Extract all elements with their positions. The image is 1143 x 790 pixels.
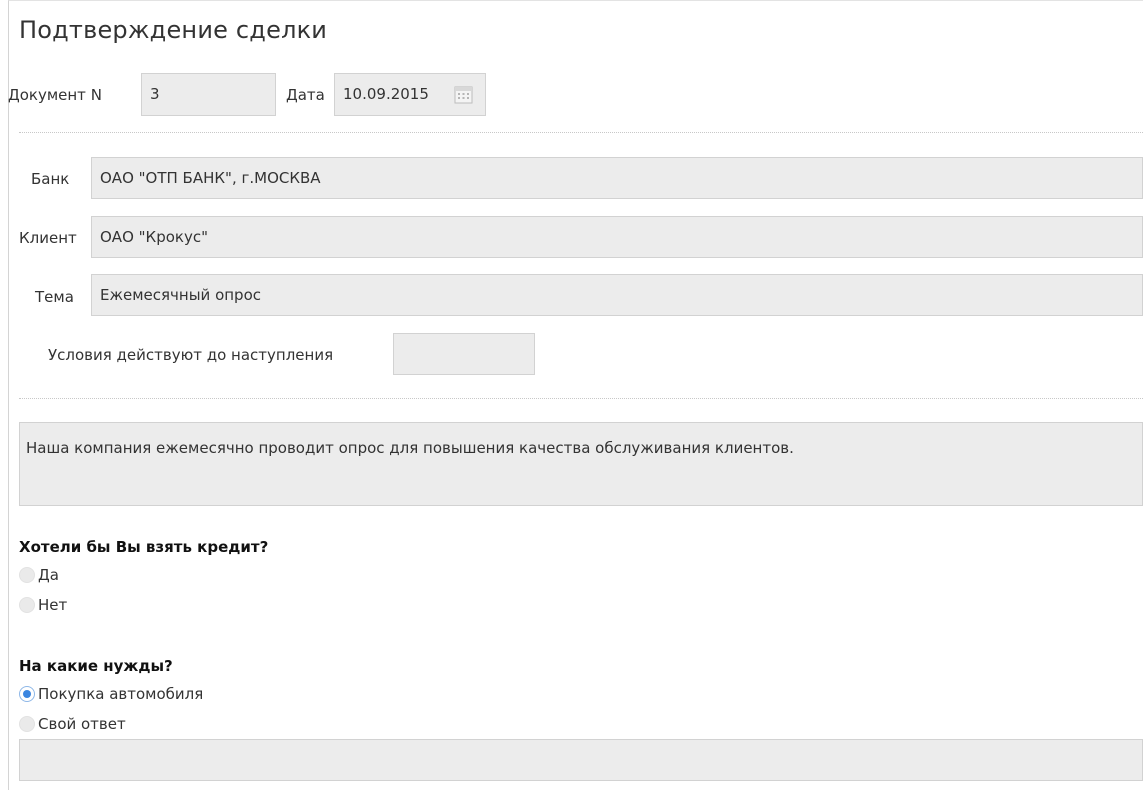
separator [19, 132, 1143, 133]
page-title: Подтверждение сделки [19, 16, 328, 44]
option-own-answer[interactable]: Свой ответ [19, 714, 126, 734]
radio-button[interactable] [19, 597, 35, 613]
option-yes[interactable]: Да [19, 565, 59, 585]
conditions-label: Условия действуют до наступления [48, 346, 334, 364]
calendar-icon[interactable] [454, 85, 473, 104]
option-label: Свой ответ [38, 715, 126, 733]
option-label: Покупка автомобиля [38, 685, 204, 703]
bank-field[interactable]: ОАО "ОТП БАНК", г.МОСКВА [91, 157, 1143, 199]
option-label: Да [38, 566, 59, 584]
topic-field[interactable]: Ежемесячный опрос [91, 274, 1143, 316]
message-box: Наша компания ежемесячно проводит опрос … [19, 422, 1143, 506]
question-needs: На какие нужды? [19, 657, 173, 675]
conditions-field[interactable] [393, 333, 535, 375]
client-label: Клиент [19, 229, 77, 247]
document-number-label: Документ N [8, 86, 102, 104]
date-label: Дата [286, 86, 325, 104]
question-credit: Хотели бы Вы взять кредит? [19, 538, 269, 556]
radio-button[interactable] [19, 567, 35, 583]
radio-button[interactable] [19, 716, 35, 732]
option-car-purchase[interactable]: Покупка автомобиля [19, 684, 203, 704]
option-label: Нет [38, 596, 68, 614]
custom-answer-field[interactable] [19, 739, 1143, 781]
option-no[interactable]: Нет [19, 595, 67, 615]
radio-button-selected[interactable] [19, 686, 35, 702]
topic-label: Тема [35, 288, 74, 306]
bank-label: Банк [31, 170, 70, 188]
form-frame [8, 0, 1143, 790]
client-field[interactable]: ОАО "Крокус" [91, 216, 1143, 258]
separator [19, 398, 1143, 399]
document-number-field[interactable]: 3 [141, 73, 276, 116]
